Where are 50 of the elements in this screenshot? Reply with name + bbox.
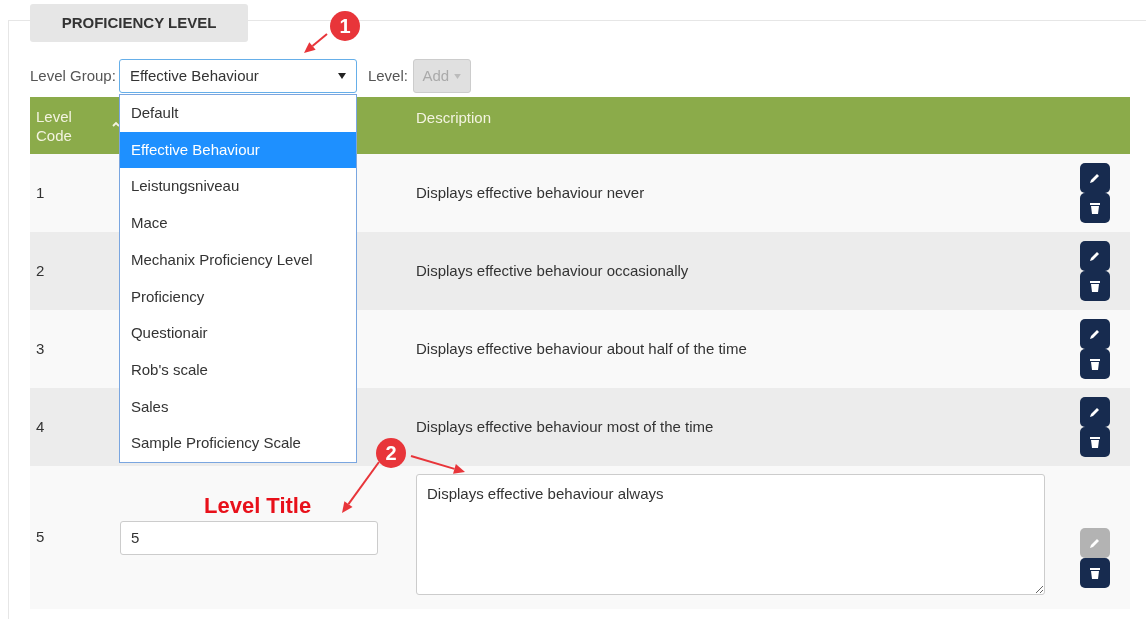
- level-code: 4: [36, 417, 45, 435]
- level-group-select[interactable]: Effective Behaviour: [118, 59, 357, 93]
- delete-button[interactable]: [1080, 271, 1110, 301]
- dropdown-option[interactable]: Sales: [119, 388, 356, 426]
- annotation-arrow: [410, 455, 465, 474]
- dropdown-option[interactable]: Proficiency: [119, 278, 356, 316]
- level-code: 1: [36, 183, 45, 201]
- trash-icon: [1090, 280, 1100, 292]
- dropdown-option[interactable]: Mace: [119, 205, 356, 242]
- annotation-badge: 1: [330, 11, 360, 41]
- dropdown-option[interactable]: Questionair: [119, 315, 356, 352]
- delete-button[interactable]: [1080, 193, 1110, 223]
- caret-icon: [337, 73, 346, 79]
- caret-icon: [454, 73, 462, 79]
- level-code: 5: [36, 528, 45, 546]
- delete-button[interactable]: [1080, 427, 1110, 457]
- dropdown-option[interactable]: Sample Proficiency Scale: [119, 425, 356, 462]
- dropdown-option[interactable]: Mechanix Proficiency Level: [119, 241, 356, 279]
- pencil-icon: [1089, 172, 1101, 184]
- trash-icon: [1090, 202, 1100, 214]
- level-title-field[interactable]: 5: [120, 520, 378, 555]
- delete-button[interactable]: [1080, 557, 1110, 588]
- dropdown-option[interactable]: Leistungsniveau: [119, 168, 356, 206]
- annotation-arrow: [342, 461, 380, 513]
- trash-icon: [1090, 358, 1100, 370]
- section-tab[interactable]: PROFICIENCY LEVEL: [30, 4, 248, 42]
- dropdown-option[interactable]: Default: [119, 95, 356, 132]
- edit-button[interactable]: [1080, 241, 1110, 271]
- delete-button[interactable]: [1080, 349, 1110, 379]
- pencil-icon: [1089, 250, 1101, 262]
- level-description: Displays effective behaviour about half of the time: [416, 339, 747, 357]
- annotation-label: Level Title: [204, 492, 312, 520]
- level-label: Level:: [367, 65, 408, 86]
- level-code: 2: [36, 261, 45, 279]
- description-field[interactable]: Displays effective behaviour always: [416, 473, 1045, 595]
- edit-button[interactable]: [1080, 397, 1110, 427]
- level-group-label: Level Group:: [30, 65, 116, 86]
- level-description: Displays effective behaviour most of the time: [416, 417, 714, 435]
- pencil-icon: [1089, 536, 1101, 549]
- trash-icon: [1090, 436, 1100, 448]
- level-code: 3: [36, 339, 45, 357]
- trash-icon: [1090, 566, 1100, 579]
- level-description: Displays effective behaviour occasionally: [416, 261, 689, 279]
- pencil-icon: [1089, 406, 1101, 418]
- pencil-icon: [1089, 328, 1101, 340]
- level-description: Displays effective behaviour never: [416, 183, 645, 201]
- edit-button[interactable]: [1080, 319, 1110, 349]
- dropdown-option[interactable]: Rob's scale: [119, 351, 356, 389]
- annotation-arrow: [304, 33, 328, 53]
- edit-button[interactable]: [1080, 163, 1110, 193]
